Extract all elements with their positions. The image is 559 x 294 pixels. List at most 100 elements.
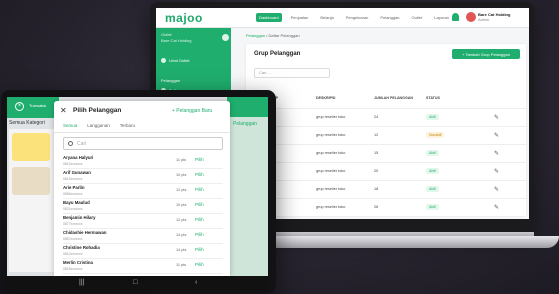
breadcrumb-parent[interactable]: Pelanggan <box>246 33 265 38</box>
order-panel-customer[interactable]: Pelanggan <box>233 121 257 127</box>
add-group-button[interactable]: + Tambah Grup Pelanggan <box>452 49 520 59</box>
table-row[interactable]: Reseller grup reseller toko 20 Aktif ✎ <box>246 162 526 180</box>
list-item[interactable]: Bayu Maulud 0821xxxxxxx 10 pts Pilih <box>63 199 223 214</box>
pick-button[interactable]: Pilih <box>195 217 204 222</box>
pick-button[interactable]: Pilih <box>195 157 204 162</box>
customer-points: 10 pts <box>176 203 187 207</box>
pencil-icon[interactable]: ✎ <box>494 114 499 121</box>
tab-langganan[interactable]: Langganan <box>87 123 110 128</box>
status-badge: Aktif <box>426 150 439 156</box>
customer-phone: 0812xxxxxxx <box>63 252 83 256</box>
table-row[interactable]: Reseller grup reseller toko 12 Nonaktif … <box>246 126 526 144</box>
nav-belanja[interactable]: Belanja <box>317 13 336 22</box>
close-icon[interactable]: ✕ <box>60 106 67 115</box>
table-row[interactable]: Reseller grup reseller toko 26 Aktif ✎ <box>246 198 526 216</box>
recent-apps-icon[interactable]: ||| <box>79 278 84 287</box>
bell-icon[interactable] <box>452 13 459 21</box>
status-badge: Aktif <box>426 204 439 210</box>
sidebar-toggle-icon[interactable] <box>222 34 229 41</box>
new-customer-button[interactable]: + Pelanggan Baru <box>172 108 212 114</box>
search-input[interactable]: Cari ... <box>254 68 330 78</box>
modal-header: ✕ Pilih Pelanggan + Pelanggan Baru <box>54 101 230 121</box>
pick-button[interactable]: Pilih <box>195 247 204 252</box>
sidebar-outlet-header[interactable]: Outlet Bare Cat Holding <box>161 32 191 44</box>
tab-terbaru[interactable]: Terbaru <box>120 123 135 128</box>
customer-points: 14 pts <box>176 248 187 252</box>
modal-title: Pilih Pelanggan <box>73 107 122 114</box>
customer-name: Merlin Cristina <box>63 260 93 265</box>
search-placeholder: Cari <box>77 141 87 147</box>
product-grid <box>9 129 54 272</box>
pick-button[interactable]: Pilih <box>195 202 204 207</box>
breadcrumb-current: Daftar Pelanggan <box>268 33 300 38</box>
customer-points: 14 pts <box>176 233 187 237</box>
table-row[interactable]: Reseller grup reseller toko 15 Aktif ✎ <box>246 144 526 162</box>
customer-name: Arif Gunawan <box>63 170 91 175</box>
customer-phone: 0857xxxxxxx <box>63 237 83 241</box>
description-cell: grup reseller toko <box>316 169 346 173</box>
pencil-icon[interactable]: ✎ <box>494 150 499 157</box>
user-role: Admin <box>478 17 490 22</box>
description-cell: grup reseller toko <box>316 151 346 155</box>
column-header-description[interactable]: DESKRIPSI <box>316 96 335 100</box>
pick-button[interactable]: Pilih <box>195 232 204 237</box>
nav-penjualan[interactable]: Penjualan <box>288 13 312 22</box>
column-header-count[interactable]: JUMLAH PELANGGAN <box>374 96 413 100</box>
table-row[interactable]: Reseller grup reseller toko 24 Aktif ✎ <box>246 108 526 126</box>
search-input[interactable]: Cari <box>63 137 223 150</box>
pick-button[interactable]: Pilih <box>195 172 204 177</box>
avatar[interactable] <box>466 12 476 22</box>
select-customer-modal: ✕ Pilih Pelanggan + Pelanggan Baru Semua… <box>54 101 230 276</box>
category-filter[interactable]: Semua Kategori <box>9 120 45 126</box>
top-navbar: majoo Dashboard Penjualan Belanja Pengel… <box>156 8 529 28</box>
customer-phone: 0856xxxxxxx <box>63 192 83 196</box>
customer-name: Bayu Maulud <box>63 200 90 205</box>
page-title: Grup Pelanggan <box>254 51 301 57</box>
nav-pengeluaran[interactable]: Pengeluaran <box>343 13 372 22</box>
list-item[interactable]: Aryana Halyuri 0812xxxxxxx 11 pts Pilih <box>63 154 223 169</box>
description-cell: grup reseller toko <box>316 187 346 191</box>
pencil-icon[interactable]: ✎ <box>494 168 499 175</box>
sidebar-item-label: Lihat Outlet <box>169 58 190 63</box>
order-panel: Pelanggan <box>227 97 268 276</box>
list-item[interactable]: Benjamin Hilary 0877xxxxxxx 12 pts Pilih <box>63 214 223 229</box>
sidebar-item-lihat-outlet[interactable]: Lihat Outlet <box>161 58 189 63</box>
nav-laporan[interactable]: Laporan <box>431 13 452 22</box>
customer-points: 11 pts <box>176 158 187 162</box>
customer-phone: 0821xxxxxxx <box>63 207 83 211</box>
list-item[interactable]: Merlin Cristina 0815xxxxxxx 11 pts Pilih <box>63 259 223 274</box>
column-header-status[interactable]: STATUS <box>426 96 440 100</box>
pencil-icon[interactable]: ✎ <box>494 186 499 193</box>
pick-button[interactable]: Pilih <box>195 187 204 192</box>
sidebar-outlet-name: Bare Cat Holding <box>161 38 192 43</box>
close-icon[interactable]: × <box>15 102 24 111</box>
status-badge: Aktif <box>426 186 439 192</box>
tab-divider <box>54 132 230 133</box>
nav-dashboard[interactable]: Dashboard <box>256 13 282 22</box>
list-item[interactable]: Arie Parlin 0856xxxxxxx 12 pts Pilih <box>63 184 223 199</box>
list-item[interactable]: Christine Rohadia 0812xxxxxxx 14 pts Pil… <box>63 244 223 259</box>
order-panel-header <box>227 97 268 117</box>
pick-button[interactable]: Pilih <box>195 262 204 267</box>
customer-phone: 0812xxxxxxx <box>63 162 83 166</box>
count-cell: 12 <box>374 133 379 137</box>
nav-pelanggan[interactable]: Pelanggan <box>377 13 402 22</box>
pos-title: Transaksi <box>29 103 47 108</box>
list-item[interactable]: Chidashie Hermawan 0857xxxxxxx 14 pts Pi… <box>63 229 223 244</box>
user-info[interactable]: Bare Cat Holding Admin <box>478 12 510 22</box>
product-card[interactable] <box>12 133 50 161</box>
description-cell: grup reseller toko <box>316 205 346 209</box>
list-item[interactable]: Arif Gunawan 0813xxxxxxx 10 pts Pilih <box>63 169 223 184</box>
back-icon[interactable]: ‹ <box>195 278 197 287</box>
nav-outlet[interactable]: Outlet <box>409 13 426 22</box>
table-row[interactable]: Reseller grup reseller toko 18 Aktif ✎ <box>246 180 526 198</box>
product-card[interactable] <box>12 167 50 195</box>
sidebar-item-pelanggan[interactable]: Pelanggan <box>161 78 180 83</box>
majoo-logo: majoo <box>165 11 203 25</box>
pencil-icon[interactable]: ✎ <box>494 132 499 139</box>
pencil-icon[interactable]: ✎ <box>494 204 499 211</box>
breadcrumb: Pelanggan / Daftar Pelanggan <box>246 33 300 38</box>
home-icon[interactable]: □ <box>133 278 137 287</box>
tab-semua[interactable]: Semua <box>63 123 77 128</box>
status-badge: Aktif <box>426 168 439 174</box>
